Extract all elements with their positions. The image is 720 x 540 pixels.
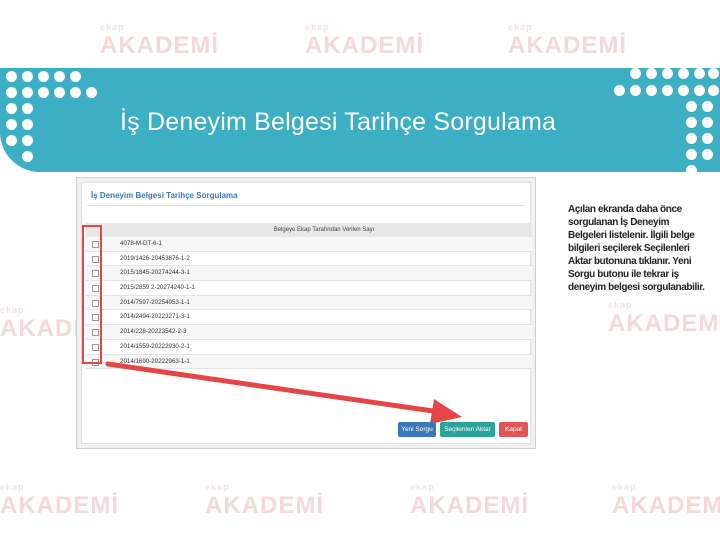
transfer-selected-button[interactable]: Seçilenleri Aktar: [440, 422, 495, 437]
new-query-button[interactable]: Yeni Sorgu: [398, 422, 436, 437]
description-text: Açılan ekranda daha önce sorgulanan İş D…: [568, 204, 705, 293]
close-button[interactable]: Kapat: [499, 422, 528, 437]
